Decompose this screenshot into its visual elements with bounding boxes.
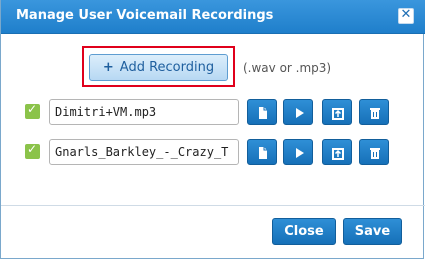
file-type-hint: (.wav or .mp3) (243, 61, 332, 75)
recording-filename-input[interactable] (49, 139, 239, 165)
upload-button[interactable] (322, 99, 352, 125)
trash-icon (370, 108, 380, 119)
close-x-icon[interactable]: ✕ (398, 7, 414, 24)
upload-icon (332, 108, 344, 120)
delete-button[interactable] (359, 99, 389, 125)
recording-filename-input[interactable] (49, 99, 239, 125)
recording-checkbox[interactable]: ✓ (25, 102, 40, 119)
play-icon (296, 108, 304, 118)
save-button[interactable]: Save (343, 218, 402, 245)
file-icon (259, 107, 267, 119)
upload-button[interactable] (322, 139, 352, 165)
add-recording-button[interactable]: + Add Recording (89, 54, 228, 81)
play-button[interactable] (283, 139, 313, 165)
delete-button[interactable] (359, 139, 389, 165)
footer-divider (1, 205, 425, 206)
recording-checkbox[interactable]: ✓ (25, 142, 40, 159)
file-button[interactable] (247, 139, 277, 165)
voicemail-dialog: Manage User Voicemail Recordings ✕ + Add … (0, 0, 425, 259)
upload-icon (332, 148, 344, 160)
trash-icon (370, 148, 380, 159)
file-icon (259, 147, 267, 159)
dialog-title: Manage User Voicemail Recordings (16, 8, 274, 23)
dialog-titlebar: Manage User Voicemail Recordings ✕ (1, 0, 425, 34)
add-recording-label: Add Recording (119, 60, 215, 75)
plus-icon: + (102, 60, 114, 75)
play-icon (296, 148, 304, 158)
file-button[interactable] (247, 99, 277, 125)
play-button[interactable] (283, 99, 313, 125)
close-button[interactable]: Close (272, 218, 336, 245)
